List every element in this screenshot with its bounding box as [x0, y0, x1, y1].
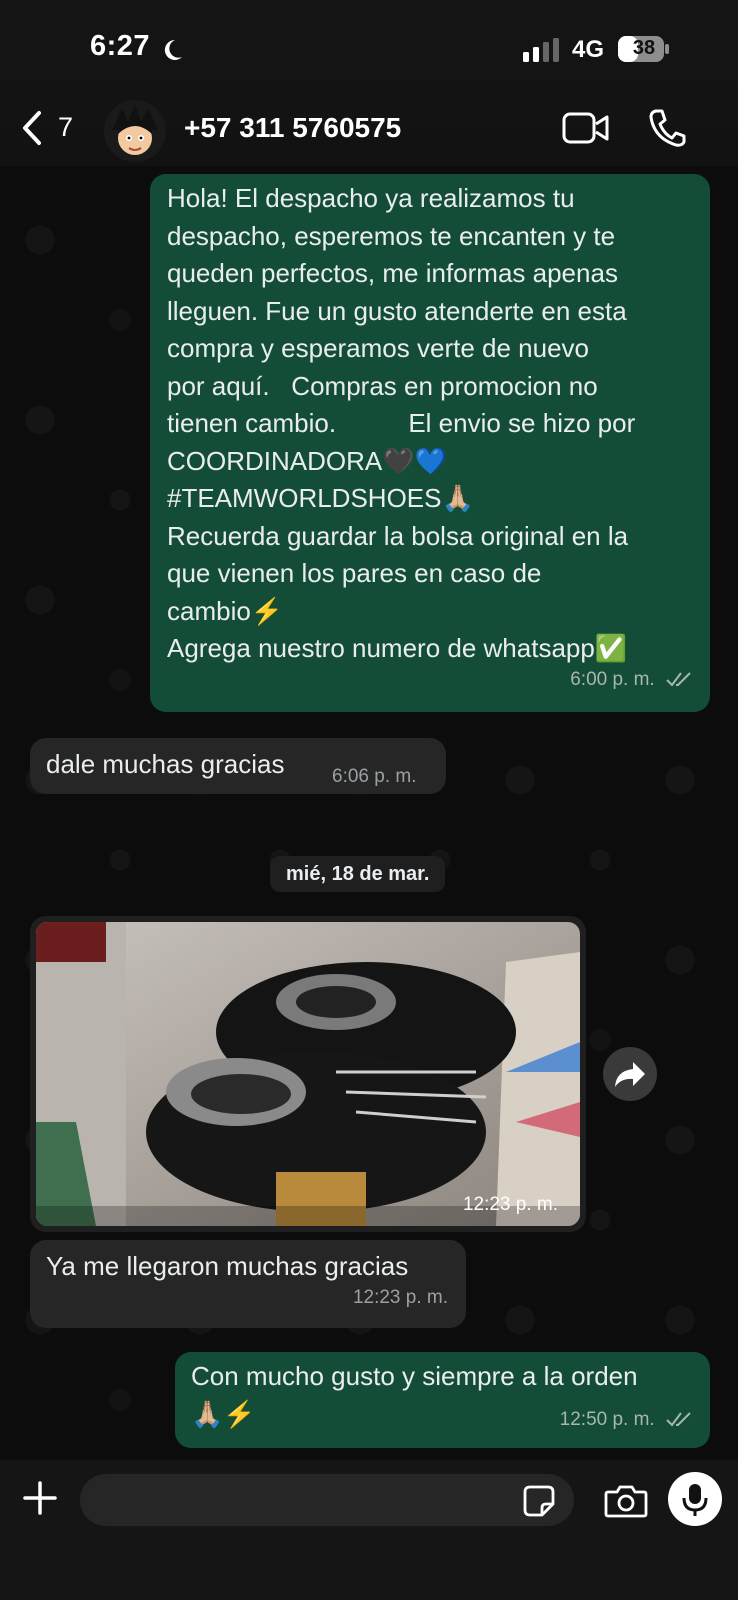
message-time: 6:00 p. m. — [570, 668, 655, 690]
incoming-message[interactable]: dale muchas gracias 6:06 p. m. — [30, 738, 446, 794]
microphone-button[interactable] — [668, 1472, 722, 1526]
moon-icon — [164, 39, 182, 60]
message-text: Hola! El despacho ya realizamos tu despa… — [167, 183, 636, 663]
message-time: 12:23 p. m. — [352, 1286, 448, 1308]
network-type: 4G — [572, 36, 605, 63]
message-meta: 6:00 p. m. — [570, 661, 692, 699]
back-icon[interactable] — [20, 110, 44, 146]
plus-icon[interactable] — [22, 1480, 58, 1516]
forward-button[interactable] — [603, 1047, 657, 1101]
message-meta: 12:50 p. m. — [560, 1401, 692, 1439]
contact-name[interactable]: +57 311 5760575 — [184, 112, 401, 144]
double-check-icon — [666, 1412, 691, 1428]
camera-icon[interactable] — [604, 1484, 648, 1518]
outgoing-message[interactable]: Con mucho gusto y siempre a la orden 🙏🏼⚡… — [175, 1352, 710, 1448]
message-input[interactable] — [80, 1474, 574, 1526]
microphone-icon — [682, 1484, 708, 1516]
message-time: 6:06 p. m. — [332, 766, 417, 787]
status-time: 6:27 — [90, 30, 151, 62]
incoming-message[interactable]: Ya me llegaron muchas gracias 12:23 p. m… — [30, 1240, 466, 1328]
date-separator: mié, 18 de mar. — [270, 856, 446, 892]
message-time: 12:23 p. m. — [462, 1194, 558, 1215]
message-time: 12:50 p. m. — [559, 1408, 655, 1430]
outgoing-message[interactable]: Hola! El despacho ya realizamos tu despa… — [150, 174, 710, 712]
shoes-photo[interactable] — [36, 922, 580, 1226]
sticker-icon[interactable] — [522, 1484, 556, 1518]
phone-call-icon[interactable] — [648, 108, 686, 148]
video-call-icon[interactable] — [562, 110, 610, 146]
photo-message[interactable]: 12:23 p. m. — [30, 916, 586, 1232]
forward-icon — [615, 1062, 645, 1087]
message-text: dale muchas gracias — [46, 749, 285, 779]
unread-count[interactable]: 7 — [58, 112, 73, 143]
signal-icon — [523, 38, 559, 62]
double-check-icon — [666, 672, 691, 688]
avatar[interactable] — [104, 100, 166, 162]
battery-level: 38 — [632, 37, 656, 59]
